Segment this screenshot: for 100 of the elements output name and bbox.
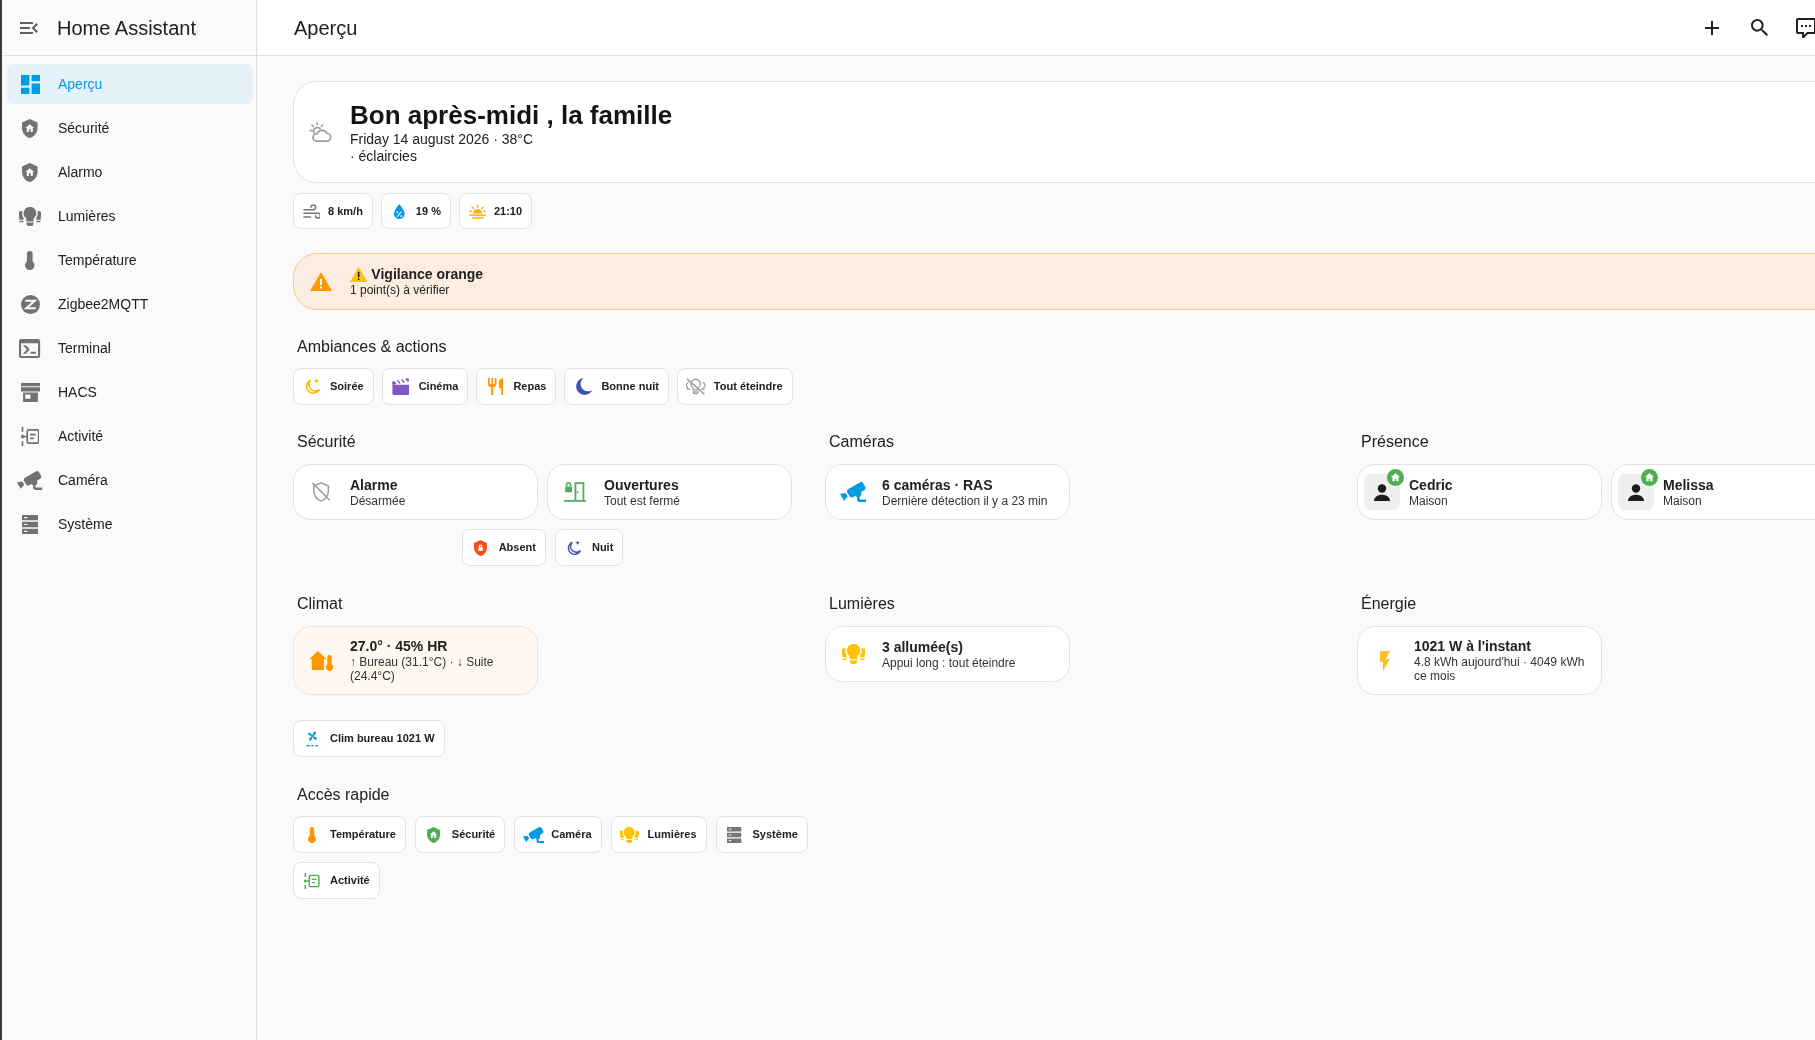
action-button[interactable]: Clim bureau 1021 W <box>293 720 445 757</box>
action-button[interactable]: Nuit <box>554 529 624 566</box>
person-card[interactable]: Cedric Maison <box>1357 464 1602 520</box>
card-title: 3 allumée(s) <box>882 638 964 656</box>
person-name: Cedric <box>1409 476 1453 494</box>
quick-access-button[interactable]: Température <box>293 816 406 853</box>
fork-knife-icon <box>487 378 504 395</box>
server-icon <box>21 514 39 534</box>
sidebar-item[interactable]: Alarmo <box>7 152 253 192</box>
entity-card[interactable]: 1021 W à l'instant 4.8 kWh aujourd'hui · 4049 kWh ce mois <box>1357 626 1602 695</box>
plus-icon <box>1705 20 1719 35</box>
person-name: Melissa <box>1663 476 1714 494</box>
timeline-list-icon <box>304 872 320 889</box>
sidebar-item[interactable]: Zigbee2MQTT <box>7 284 253 324</box>
card-title: 1021 W à l'instant <box>1414 638 1532 655</box>
card-subtitle: Tout est fermé <box>604 493 681 508</box>
card-subtitle: 4.8 kWh aujourd'hui · 4049 kWh ce mois <box>1414 655 1586 683</box>
air-conditioner-icon <box>305 730 319 747</box>
card-subtitle: ↑ Bureau (31.1°C) · ↓ Suite (24.4°C) <box>350 655 495 683</box>
app-title: Home Assistant <box>57 15 196 40</box>
weather-chip[interactable]: 19 % <box>380 193 451 229</box>
sidebar-item[interactable]: Température <box>7 240 253 280</box>
security-camera-icon <box>522 826 544 843</box>
scene-button[interactable]: Tout éteindre <box>676 368 793 405</box>
entity-card[interactable]: 27.0° · 45% HR ↑ Bureau (31.1°C) · ↓ Suite (24.4°C) <box>293 626 538 695</box>
thermometer-icon <box>308 826 316 843</box>
quick-access-button[interactable]: Système <box>715 816 808 853</box>
store-icon <box>20 382 40 402</box>
sidebar-item[interactable]: Activité <box>7 416 253 456</box>
entity-card[interactable]: Alarme Désarmée <box>293 464 538 520</box>
sidebar-item[interactable]: Système <box>7 504 253 544</box>
shield-lock-icon <box>474 539 488 556</box>
security-camera-icon <box>17 470 43 490</box>
person-location: Maison <box>1663 493 1703 508</box>
entity-card[interactable]: 6 caméras · RAS Dernière détection il y a 23 min <box>825 464 1070 520</box>
sidebar-item[interactable]: Terminal <box>7 328 253 368</box>
sidebar-item[interactable]: Lumières <box>7 196 253 236</box>
alert-subtitle: 1 point(s) à vérifier <box>350 282 451 298</box>
person-location: Maison <box>1409 493 1449 508</box>
clapperboard-icon <box>391 378 410 395</box>
lightbulbs-icon <box>19 206 41 226</box>
section-heading: Caméras <box>829 432 895 452</box>
greeting-title: Bon après-midi , la famille <box>350 99 673 131</box>
avatar-icon <box>1618 474 1654 510</box>
shield-home-icon <box>427 826 441 843</box>
card-subtitle: Appui long : tout éteindre <box>882 655 1016 670</box>
door-lock-icon <box>563 482 587 502</box>
menu-icon <box>20 21 38 34</box>
page-title: Aperçu <box>294 15 358 40</box>
lightning-icon <box>1380 650 1390 671</box>
weather-chip[interactable]: 21:10 <box>458 193 533 229</box>
shield-off-icon <box>311 482 331 502</box>
scene-button[interactable]: Repas <box>476 368 557 405</box>
moon-star-icon <box>303 378 321 395</box>
sidebar-item[interactable]: Caméra <box>7 460 253 500</box>
chat-icon <box>1796 17 1815 38</box>
card-title: 27.0° · 45% HR <box>350 638 449 655</box>
section-heading: Sécurité <box>297 432 357 452</box>
sunset-icon <box>468 203 487 219</box>
section-heading: Accès rapide <box>297 785 391 805</box>
lightbulbs-off-icon <box>686 378 706 395</box>
quick-access-button[interactable]: Sécurité <box>414 816 506 853</box>
thermometer-icon <box>25 250 35 270</box>
server-icon <box>727 826 742 843</box>
entity-card[interactable]: 3 allumée(s) Appui long : tout éteindre <box>825 626 1070 682</box>
alert-title: Vigilance orange <box>371 265 484 283</box>
section-heading: Énergie <box>1361 594 1418 614</box>
section-heading: Lumières <box>829 594 896 614</box>
quick-access-button[interactable]: Lumières <box>610 816 707 853</box>
card-subtitle: Dernière détection il y a 23 min <box>882 493 1048 508</box>
scene-button[interactable]: Cinéma <box>381 368 469 405</box>
quick-access-button[interactable]: Caméra <box>514 816 602 853</box>
partly-cloudy-icon <box>309 122 333 142</box>
scene-button[interactable]: Soirée <box>293 368 374 405</box>
card-title: 6 caméras · RAS <box>882 476 994 494</box>
weather-condition: · éclaircies <box>350 148 418 165</box>
action-button[interactable]: Absent <box>461 529 546 566</box>
weather-chip[interactable]: 8 km/h <box>293 193 373 229</box>
sidebar-item[interactable]: Sécurité <box>7 108 253 148</box>
warning-icon <box>310 272 332 291</box>
entity-card[interactable]: Ouvertures Tout est fermé <box>547 464 792 520</box>
security-camera-icon <box>839 482 867 502</box>
quick-access-button[interactable]: Activité <box>293 862 380 899</box>
search-icon <box>1750 19 1768 36</box>
humidity-drop-icon <box>394 203 405 219</box>
moon-star-icon <box>566 539 582 556</box>
lightbulbs-icon <box>620 826 639 843</box>
timeline-list-icon <box>20 426 40 446</box>
shield-home-icon <box>22 118 38 138</box>
lightbulbs-icon <box>841 644 865 664</box>
avatar-icon <box>1364 474 1400 510</box>
sidebar-item[interactable]: HACS <box>7 372 253 412</box>
section-heading: Climat <box>297 594 344 614</box>
date-weather-text: Friday 14 august 2026 · 38°C <box>350 131 535 148</box>
shield-home-icon <box>22 162 38 182</box>
person-card[interactable]: Melissa Maison <box>1611 464 1815 520</box>
warning-icon <box>350 266 368 282</box>
moon-icon <box>574 378 593 395</box>
wind-icon <box>302 203 321 219</box>
scene-button[interactable]: Bonne nuit <box>564 368 669 405</box>
